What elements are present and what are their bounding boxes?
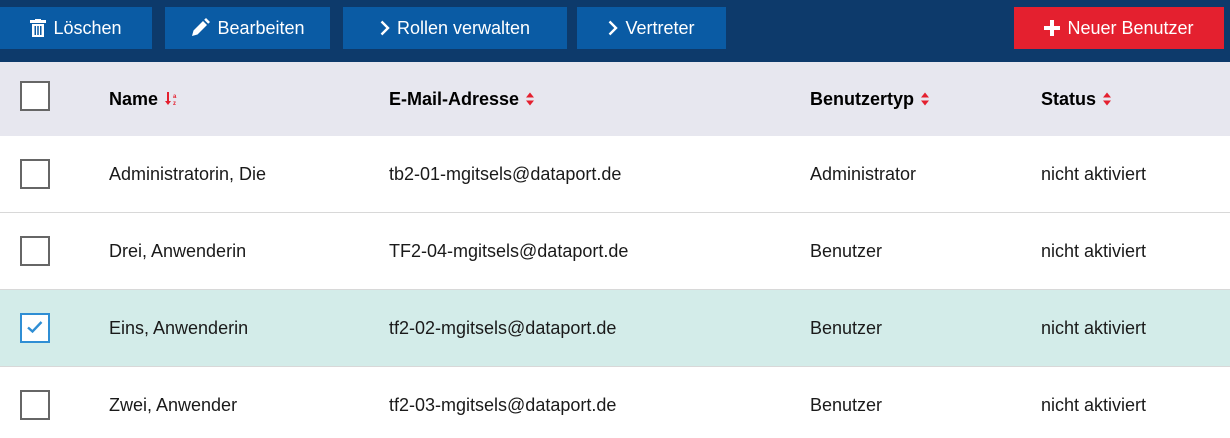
cell-name: Administratorin, Die [109, 163, 267, 184]
sort-updown-icon [526, 92, 535, 106]
cell-status: nicht aktiviert [1041, 163, 1147, 184]
manage-roles-button[interactable]: Rollen verwalten [343, 7, 567, 49]
cell-user-type: Benutzer [810, 240, 883, 261]
chevron-right-icon [380, 20, 390, 36]
new-user-button-label: Neuer Benutzer [1067, 17, 1194, 38]
pencil-icon [190, 18, 211, 38]
sort-updown-icon [1103, 92, 1112, 106]
svg-text:z: z [173, 101, 176, 107]
table-row[interactable]: Drei, Anwenderin TF2-04-mgitsels@datapor… [0, 213, 1230, 290]
row-checkbox-checked[interactable] [20, 313, 50, 343]
column-header-email[interactable]: E-Mail-Adresse [389, 62, 535, 136]
checkmark-icon [27, 321, 43, 334]
sort-updown-icon [921, 92, 930, 106]
table-row-selected[interactable]: Eins, Anwenderin tf2-02-mgitsels@datapor… [0, 290, 1230, 367]
select-all-checkbox[interactable] [20, 81, 50, 111]
cell-email: tb2-01-mgitsels@dataport.de [389, 163, 622, 184]
chevron-right-icon [608, 20, 619, 36]
column-header-status[interactable]: Status [1041, 62, 1112, 136]
table-row[interactable]: Administratorin, Die tb2-01-mgitsels@dat… [0, 136, 1230, 213]
new-user-button[interactable]: Neuer Benutzer [1014, 7, 1224, 49]
cell-user-type: Benutzer [810, 394, 883, 415]
delete-button[interactable]: Löschen [0, 7, 152, 49]
action-toolbar: Löschen Bearbeiten Rollen verwalten Vert… [0, 0, 1230, 62]
row-checkbox[interactable] [20, 390, 50, 420]
table-row[interactable]: Zwei, Anwender tf2-03-mgitsels@dataport.… [0, 367, 1230, 438]
cell-name: Zwei, Anwender [109, 394, 238, 415]
cell-name: Eins, Anwenderin [109, 317, 249, 338]
edit-button[interactable]: Bearbeiten [165, 7, 330, 49]
cell-user-type: Benutzer [810, 317, 883, 338]
cell-name: Drei, Anwenderin [109, 240, 247, 261]
deputy-button-label: Vertreter [625, 17, 695, 38]
cell-email: tf2-03-mgitsels@dataport.de [389, 394, 617, 415]
plus-icon [1044, 20, 1061, 36]
cell-status: nicht aktiviert [1041, 394, 1147, 415]
row-checkbox[interactable] [20, 159, 50, 189]
edit-button-label: Bearbeiten [217, 17, 305, 38]
row-checkbox[interactable] [20, 236, 50, 266]
table-header: Name a z E-Mail-Adresse Benutzertyp Stat… [0, 62, 1230, 136]
column-header-user-type[interactable]: Benutzertyp [810, 62, 930, 136]
deputy-button[interactable]: Vertreter [577, 7, 726, 49]
cell-user-type: Administrator [810, 163, 917, 184]
cell-email: tf2-02-mgitsels@dataport.de [389, 317, 617, 338]
delete-button-label: Löschen [53, 17, 122, 38]
cell-status: nicht aktiviert [1041, 240, 1147, 261]
column-header-name[interactable]: Name a z [109, 62, 179, 136]
svg-text:a: a [173, 94, 177, 100]
cell-status: nicht aktiviert [1041, 317, 1147, 338]
manage-roles-button-label: Rollen verwalten [396, 17, 531, 38]
user-management-page: Löschen Bearbeiten Rollen verwalten Vert… [0, 0, 1230, 438]
trash-icon [30, 19, 47, 37]
cell-email: TF2-04-mgitsels@dataport.de [389, 240, 629, 261]
alpha-sort-asc-icon: a z [165, 91, 179, 107]
